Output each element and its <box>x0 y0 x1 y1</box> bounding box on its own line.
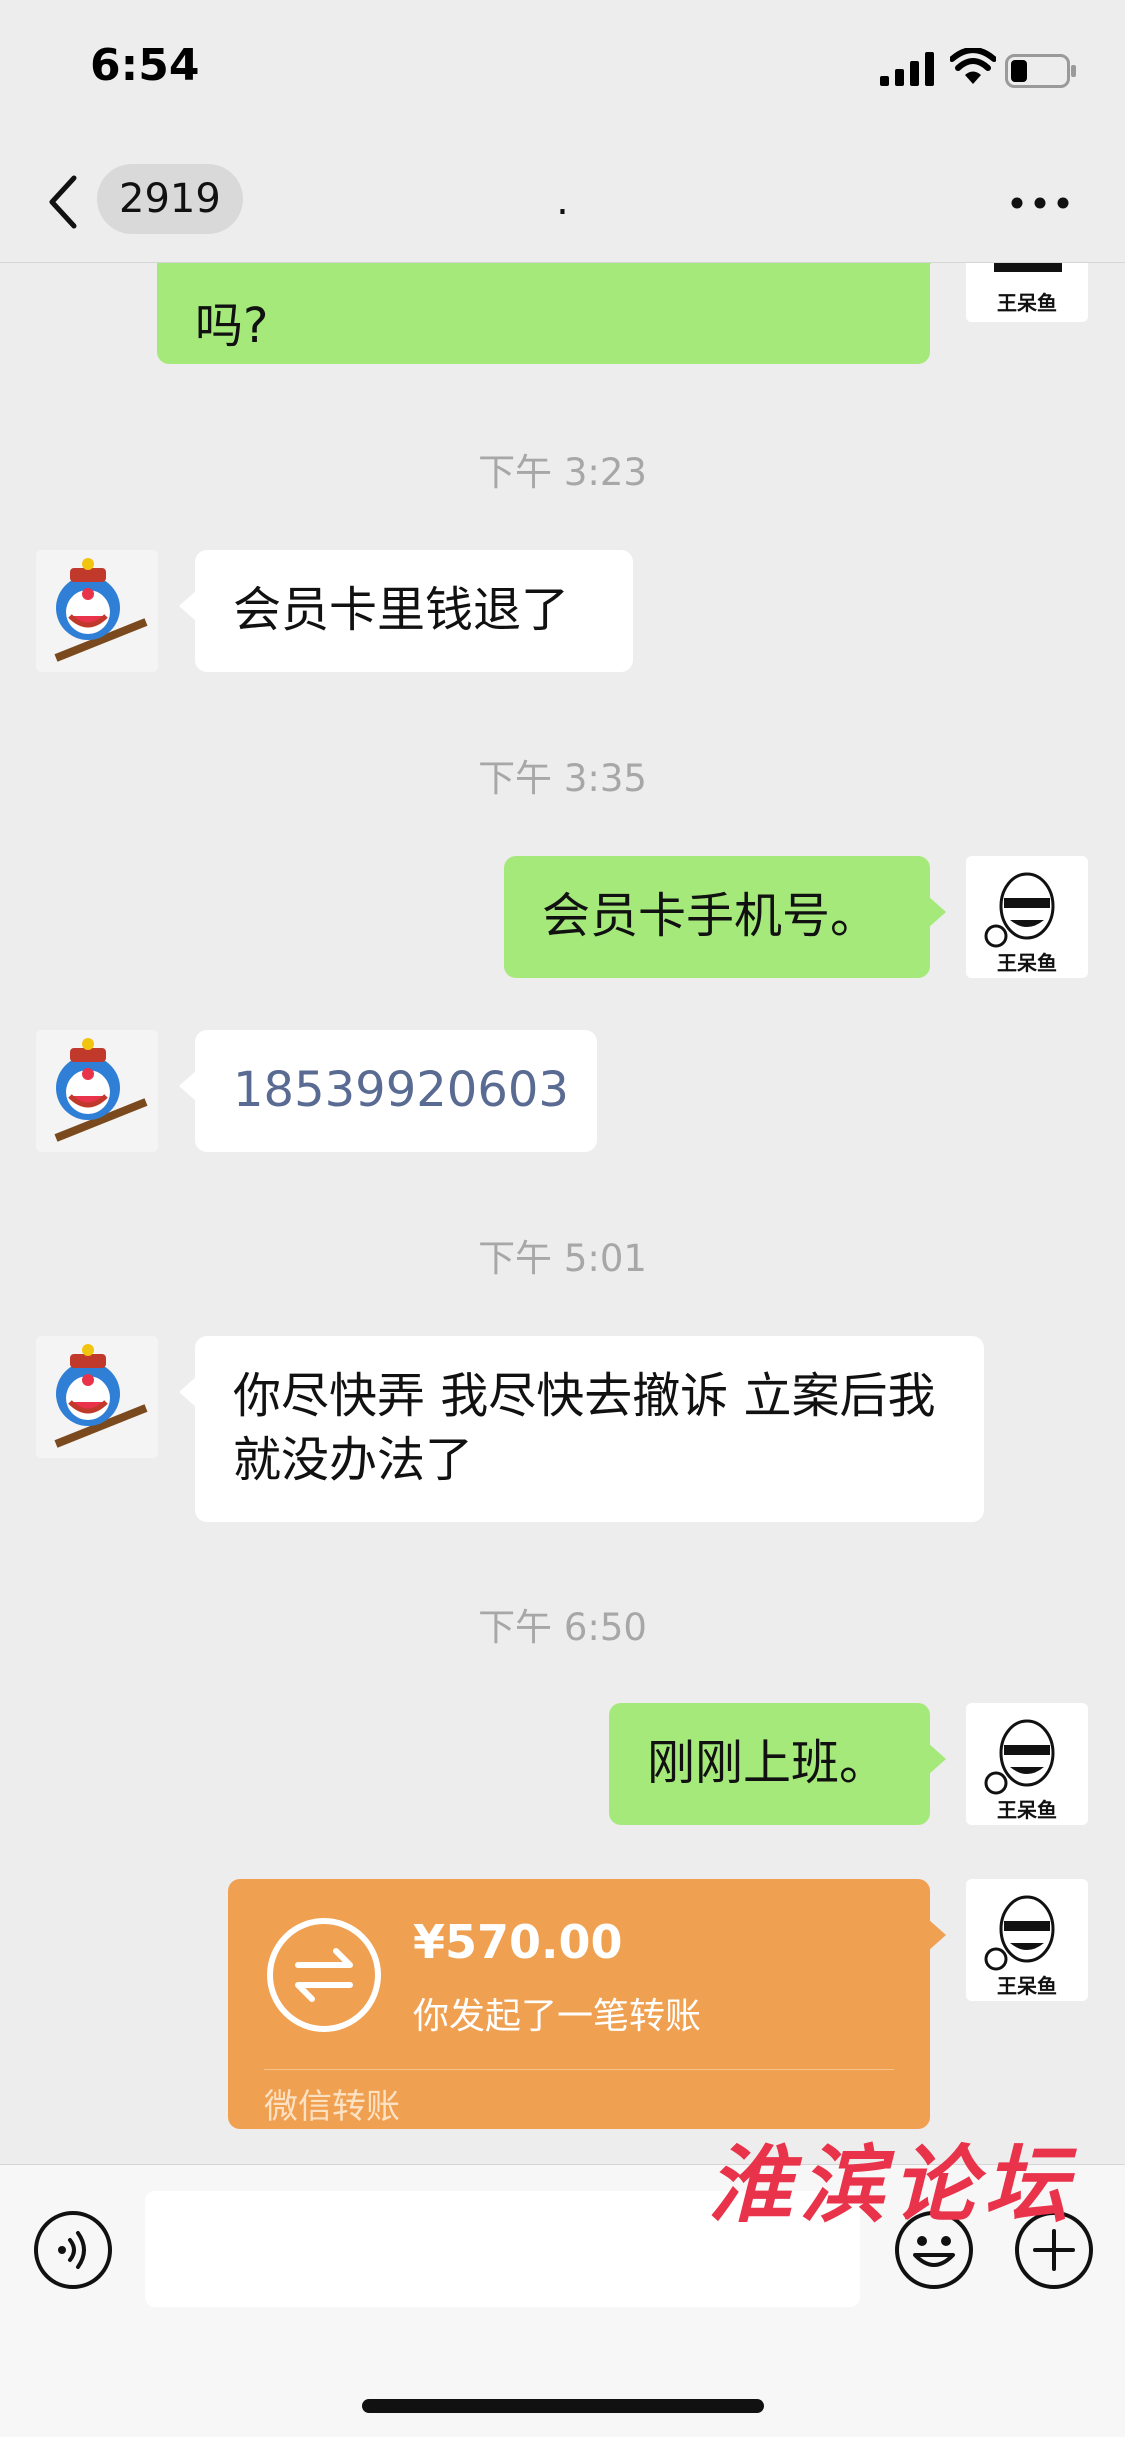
message-outgoing[interactable]: 刚刚上班。 <box>609 1703 946 1825</box>
message-list[interactable]: 吗? 王呆鱼 下午 3:23 会员卡里钱退了 下午 3:35 会员卡手机号。 王… <box>0 262 1125 2162</box>
transfer-arrows-icon <box>267 1918 381 2032</box>
more-icon[interactable] <box>1010 196 1070 210</box>
svg-text:王呆鱼: 王呆鱼 <box>997 1974 1057 1998</box>
svg-text:王呆鱼: 王呆鱼 <box>997 291 1057 315</box>
svg-text:王呆鱼: 王呆鱼 <box>997 951 1057 975</box>
transfer-divider <box>264 2069 894 2070</box>
timestamp: 下午 3:23 <box>478 451 647 494</box>
phone-number-link[interactable]: 18539920603 <box>233 1062 569 1118</box>
avatar-self-image: 王呆鱼 <box>966 856 1088 978</box>
battery-icon <box>1005 54 1076 88</box>
message-incoming[interactable]: 你尽快弄 我尽快去撤诉 立案后我就没办法了 <box>179 1336 984 1522</box>
avatar-self-image: 王呆鱼 <box>966 1703 1088 1825</box>
chat-header: 2919 . <box>0 150 1125 263</box>
message-outgoing[interactable]: 吗? <box>157 262 946 364</box>
status-time: 6:54 <box>90 40 200 91</box>
avatar-self[interactable]: 王呆鱼 <box>966 1703 1088 1825</box>
status-bar: 6:54 <box>0 0 1125 150</box>
message-outgoing[interactable]: 会员卡手机号。 <box>504 856 946 978</box>
cartoon-avatar-image <box>36 550 158 672</box>
avatar-self[interactable]: 王呆鱼 <box>966 1879 1088 2001</box>
chat-title: . <box>556 178 569 224</box>
timestamp: 下午 3:35 <box>478 757 647 800</box>
cartoon-avatar-image <box>36 1336 158 1458</box>
message-incoming[interactable]: 18539920603 <box>179 1030 597 1152</box>
avatar-contact[interactable] <box>36 1336 158 1458</box>
timestamp: 下午 5:01 <box>478 1237 647 1280</box>
message-text: 刚刚上班。 <box>647 1735 888 1791</box>
watermark-text: 淮滨论坛 <box>708 2135 1077 2234</box>
transfer-card[interactable]: ¥570.00 你发起了一笔转账 微信转账 <box>228 1879 946 2129</box>
wifi-icon <box>950 48 996 84</box>
svg-text:王呆鱼: 王呆鱼 <box>997 1798 1057 1822</box>
timestamp: 下午 6:50 <box>478 1606 647 1649</box>
home-indicator[interactable] <box>362 2399 764 2413</box>
avatar-self[interactable]: 王呆鱼 <box>966 856 1088 978</box>
cartoon-avatar-image <box>36 1030 158 1152</box>
signal-icon <box>880 52 934 86</box>
avatar-self[interactable]: 王呆鱼 <box>966 262 1088 322</box>
message-text: 会员卡里钱退了 <box>233 582 570 638</box>
message-text: 你尽快弄 我尽快去撤诉 立案后我就没办法了 <box>233 1368 936 1488</box>
avatar-self-image: 王呆鱼 <box>966 1879 1088 2001</box>
avatar-contact[interactable] <box>36 1030 158 1152</box>
transfer-description: 你发起了一笔转账 <box>413 1996 702 2037</box>
message-text: 会员卡手机号。 <box>542 888 879 944</box>
transfer-footer: 微信转账 <box>264 2087 400 2127</box>
avatar-contact[interactable] <box>36 550 158 672</box>
avatar-self-image: 王呆鱼 <box>966 262 1088 322</box>
voice-icon[interactable] <box>32 2209 114 2291</box>
transfer-amount: ¥570.00 <box>413 1915 623 1969</box>
message-incoming[interactable]: 会员卡里钱退了 <box>179 550 633 672</box>
message-text: 吗? <box>195 298 269 354</box>
